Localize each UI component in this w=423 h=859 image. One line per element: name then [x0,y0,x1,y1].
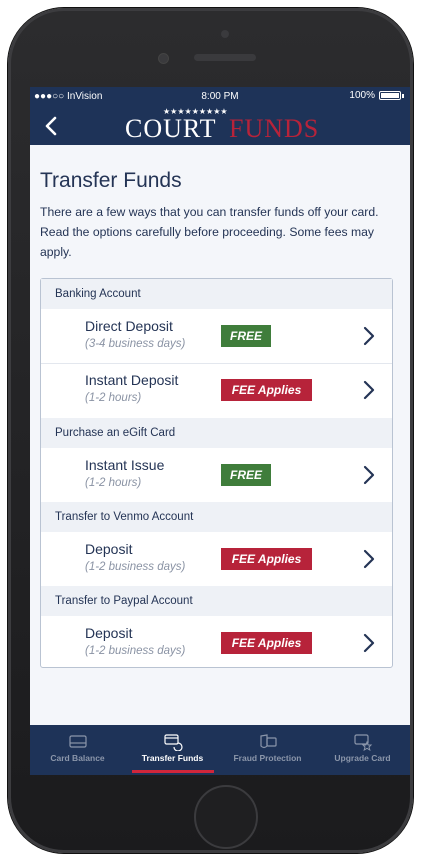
option-time: (1-2 hours) [85,477,142,489]
option-name: Deposit [85,541,133,557]
nav-bar: ★★★★★★★★★ COURT FUNDS [30,107,410,145]
logo-funds-text: FUNDS [229,114,320,143]
option-venmo-deposit[interactable]: Deposit (1-2 business days) FEE Applies [41,532,392,586]
option-time: (1-2 hours) [85,392,142,404]
tab-label: Card Balance [50,753,105,763]
fee-badge: FEE Applies [221,548,312,570]
shield-card-icon [260,734,277,749]
section-header-egift: Purchase an eGift Card [41,418,392,448]
main-content: Transfer Funds There are a few ways that… [30,145,410,725]
chevron-right-icon [363,326,375,346]
tab-card-balance[interactable]: Card Balance [30,725,125,775]
option-name: Deposit [85,625,133,641]
home-button[interactable] [194,785,258,849]
court-funds-logo: ★★★★★★★★★ COURT FUNDS [125,108,318,144]
page-title: Transfer Funds [40,169,182,192]
earpiece-speaker [194,54,256,61]
tab-label: Upgrade Card [334,753,391,763]
star-card-icon [354,734,373,751]
back-button[interactable] [38,111,64,141]
tab-label: Fraud Protection [233,753,302,763]
free-badge: FREE [221,325,271,347]
transfer-card-icon [164,734,183,751]
free-badge: FREE [221,464,271,486]
option-instant-deposit[interactable]: Instant Deposit (1-2 hours) FEE Applies [41,363,392,417]
battery-percent: 100% [349,90,375,101]
section-header-venmo: Transfer to Venmo Account [41,502,392,532]
card-icon [69,735,87,748]
option-time: (1-2 business days) [85,645,186,657]
back-chevron-icon [45,116,57,136]
tab-label: Transfer Funds [141,753,204,763]
status-bar: ●●●○○ InVision 8:00 PM 100% [30,87,410,107]
front-camera [158,53,169,64]
transfer-options-panel: Banking Account Direct Deposit (3-4 busi… [40,278,393,668]
battery-indicator: 100% [349,90,404,101]
battery-tip [402,93,404,98]
battery-icon [379,91,401,100]
active-tab-indicator [132,770,214,773]
option-time: (3-4 business days) [85,338,186,350]
chevron-right-icon [363,380,375,400]
section-header-paypal: Transfer to Paypal Account [41,586,392,616]
tab-fraud-protection[interactable]: Fraud Protection [220,725,315,775]
tab-transfer-funds[interactable]: Transfer Funds [125,725,220,775]
tab-upgrade-card[interactable]: Upgrade Card [315,725,410,775]
option-instant-issue[interactable]: Instant Issue (1-2 hours) FREE [41,448,392,502]
option-name: Instant Deposit [85,372,179,388]
chevron-right-icon [363,633,375,653]
option-name: Instant Issue [85,457,165,473]
chevron-right-icon [363,465,375,485]
option-direct-deposit[interactable]: Direct Deposit (3-4 business days) FREE [41,309,392,363]
logo-court-text: COURT [125,114,217,143]
chevron-right-icon [363,549,375,569]
option-name: Direct Deposit [85,318,173,334]
proximity-sensor [221,30,229,38]
section-header-banking: Banking Account [41,279,392,309]
intro-text: There are a few ways that you can transf… [40,205,379,259]
tab-bar: Card Balance Transfer Funds Fraud Protec… [30,725,410,775]
option-time: (1-2 business days) [85,561,186,573]
app-screen: ●●●○○ InVision 8:00 PM 100% ★★★★★★★★★ CO… [30,87,410,775]
fee-badge: FEE Applies [221,379,312,401]
option-paypal-deposit[interactable]: Deposit (1-2 business days) FEE Applies [41,616,392,670]
fee-badge: FEE Applies [221,632,312,654]
